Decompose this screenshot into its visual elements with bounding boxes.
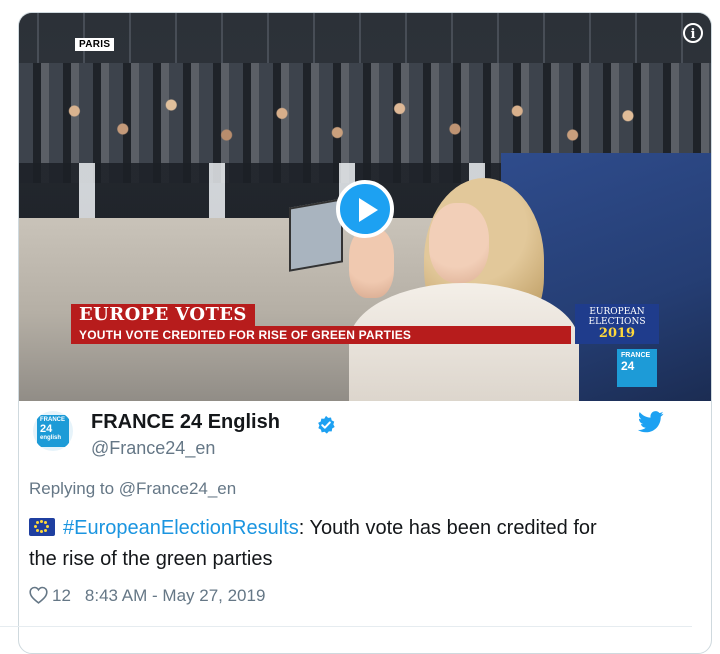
- video-scene-person-face: [429, 203, 489, 283]
- tweet-timestamp[interactable]: 8:43 AM - May 27, 2019: [85, 586, 266, 605]
- eu-flag-icon: [29, 518, 55, 536]
- news-banner: EUROPE VOTES YOUTH VOTE CREDITED FOR RIS…: [71, 304, 625, 344]
- avatar-logo: FRANCE 24 english: [37, 415, 69, 447]
- play-button[interactable]: [336, 180, 394, 238]
- location-badge: PARIS: [75, 38, 115, 51]
- tweet-meta: 12 8:43 AM - May 27, 2019: [29, 586, 265, 606]
- tweet-text-line1: : Youth vote has been credited for: [298, 517, 597, 539]
- elections-line1: EUROPEAN: [589, 307, 645, 317]
- divider: [0, 626, 692, 627]
- replying-to: Replying to @France24_en: [29, 479, 236, 499]
- info-icon[interactable]: i: [683, 23, 703, 43]
- video-scene-laptop: [289, 198, 343, 272]
- avatar-logo-big: 24: [40, 423, 53, 435]
- verified-badge-icon: [318, 415, 335, 434]
- avatar-logo-lang: english: [40, 435, 62, 441]
- tweet-text: #EuropeanElectionResults: Youth vote has…: [29, 513, 679, 575]
- author-handle[interactable]: @France24_en: [91, 438, 215, 459]
- tweet-text-line2: the rise of the green parties: [29, 548, 273, 570]
- hashtag-link[interactable]: #EuropeanElectionResults: [63, 517, 299, 539]
- banner-headline: EUROPE VOTES: [71, 304, 255, 326]
- channel-logo: FRANCE 24: [617, 349, 657, 387]
- channel-logo-big: 24: [621, 359, 635, 373]
- elections-logo: EUROPEAN ELECTIONS 2019: [575, 304, 659, 344]
- banner-subheadline: YOUTH VOTE CREDITED FOR RISE OF GREEN PA…: [71, 326, 571, 344]
- heart-icon[interactable]: [29, 586, 48, 604]
- elections-year: 2019: [598, 326, 636, 341]
- avatar[interactable]: FRANCE 24 english: [33, 411, 73, 451]
- like-count[interactable]: 12: [52, 586, 71, 605]
- video-scene-ceiling: [19, 13, 711, 68]
- twitter-bird-icon[interactable]: [638, 411, 664, 433]
- replying-prefix: Replying to: [29, 479, 119, 498]
- video-scene-hands: [349, 228, 394, 298]
- author-name[interactable]: FRANCE 24 English: [91, 411, 280, 434]
- video-player[interactable]: PARIS i EUROPE VOTES YOUTH VOTE CREDITED…: [19, 13, 711, 401]
- replying-mention-link[interactable]: @France24_en: [119, 479, 236, 498]
- play-icon: [359, 198, 378, 222]
